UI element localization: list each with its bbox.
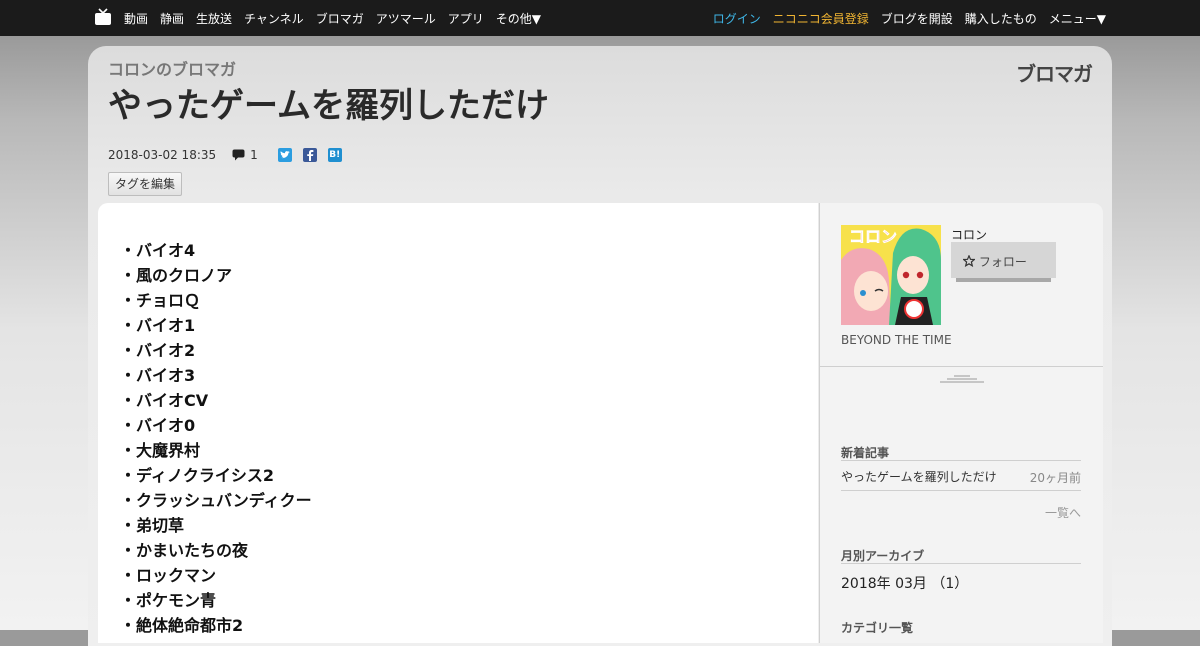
- archive-item-2018-03[interactable]: 2018年 03月 （1）: [841, 573, 968, 593]
- nav-right-links: ログイン ニコニコ会員登録 ブログを開設 購入したもの メニュー▼: [713, 0, 1106, 36]
- list-item: ・クラッシュバンディクー: [120, 491, 312, 510]
- facebook-share-button[interactable]: [302, 148, 317, 162]
- list-item: ・バイオ3: [120, 366, 196, 385]
- open-blog-link[interactable]: ブログを開設: [881, 10, 953, 27]
- top-nav-bar: 動画 静画 生放送 チャンネル ブロマガ アツマール アプリ その他▼ ログイン…: [0, 0, 1200, 36]
- nav-apps[interactable]: アプリ: [448, 10, 484, 27]
- comment-count-link[interactable]: 1: [232, 148, 258, 162]
- nav-others[interactable]: その他▼: [496, 10, 541, 27]
- twitter-icon: [279, 151, 290, 159]
- edit-tags-button[interactable]: タグを編集: [108, 172, 183, 196]
- list-item: ・絶体絶命都市2: [120, 616, 244, 635]
- article-title: やったゲームを羅列しただけ: [108, 86, 549, 126]
- blog-description: BEYOND THE TIME: [841, 333, 952, 347]
- recent-posts-rule: [841, 460, 1081, 461]
- list-item: ・ロックマン: [120, 566, 217, 585]
- niconico-tv-icon[interactable]: [94, 8, 112, 26]
- comment-bubble-icon: [232, 149, 245, 161]
- star-icon: [962, 254, 976, 268]
- category-list-heading: カテゴリ一覧: [841, 621, 914, 635]
- follow-label: フォロー: [978, 255, 1027, 269]
- comment-count: 1: [250, 148, 258, 162]
- recent-posts-heading: 新着記事: [841, 446, 890, 460]
- list-item: ・ディノクライシス2: [120, 466, 275, 485]
- list-item: ・かまいたちの夜: [120, 541, 249, 560]
- game-list: ・バイオ4 ・風のクロノア ・チョロＱ ・バイオ1 ・バイオ2 ・バイオ3 ・バ…: [98, 203, 818, 641]
- user-name[interactable]: コロン: [951, 226, 987, 243]
- resize-grip-icon[interactable]: [940, 375, 984, 383]
- recent-post-time: 20ヶ月前: [1029, 471, 1081, 485]
- list-item: ・バイオ2: [120, 341, 196, 360]
- register-link[interactable]: ニコニコ会員登録: [773, 10, 869, 27]
- recent-post-link[interactable]: やったゲームを羅列しただけ: [841, 468, 997, 485]
- recent-posts-bottom-rule: [841, 490, 1081, 491]
- follow-button[interactable]: フォロー: [951, 242, 1056, 278]
- list-item: ・大魔界村: [120, 441, 201, 460]
- list-item: ・バイオ0: [120, 416, 196, 435]
- blomaga-logo[interactable]: ブロマガ: [1016, 58, 1093, 87]
- blog-name-link[interactable]: コロンのブロマガ: [108, 56, 236, 80]
- nav-channel[interactable]: チャンネル: [244, 10, 304, 27]
- list-item: ・ポケモン青: [120, 591, 217, 610]
- see-all-posts-link[interactable]: 一覧へ: [1045, 504, 1081, 521]
- menu-dropdown[interactable]: メニュー▼: [1049, 10, 1106, 27]
- list-item: ・バイオ1: [120, 316, 196, 335]
- login-link[interactable]: ログイン: [713, 10, 761, 27]
- archive-rule: [841, 563, 1081, 564]
- nav-seiga[interactable]: 静画: [160, 10, 184, 27]
- nav-atsumaru[interactable]: アツマール: [376, 10, 436, 27]
- list-item: ・風のクロノア: [120, 266, 233, 285]
- article-meta: 2018-03-02 18:35 1 B!: [108, 148, 342, 162]
- profile-divider: [820, 366, 1103, 367]
- post-datetime: 2018-03-02 18:35: [108, 148, 217, 162]
- follow-button-shadow: [956, 278, 1051, 282]
- facebook-icon: [306, 149, 314, 161]
- nav-blomaga[interactable]: ブロマガ: [316, 10, 364, 27]
- avatar-illustration: コロン: [841, 225, 941, 325]
- list-item: ・バイオ4: [120, 241, 196, 260]
- sidebar: コロン コロン フォロー BEYOND THE TIME 新着記事 やったゲーム…: [819, 203, 1103, 643]
- twitter-share-button[interactable]: [277, 148, 292, 162]
- list-item: ・バイオCV: [120, 391, 209, 410]
- list-item: ・弟切草: [120, 516, 185, 535]
- share-buttons: B!: [277, 148, 342, 162]
- hatena-bookmark-button[interactable]: B!: [327, 148, 342, 162]
- article-body: ・バイオ4 ・風のクロノア ・チョロＱ ・バイオ1 ・バイオ2 ・バイオ3 ・バ…: [98, 203, 818, 643]
- avatar-text: コロン: [849, 227, 897, 246]
- monthly-archive-heading: 月別アーカイブ: [841, 549, 925, 563]
- nav-left-links: 動画 静画 生放送 チャンネル ブロマガ アツマール アプリ その他▼: [124, 0, 541, 36]
- purchased-link[interactable]: 購入したもの: [965, 10, 1037, 27]
- avatar[interactable]: コロン: [841, 225, 941, 325]
- nav-live[interactable]: 生放送: [196, 10, 232, 27]
- list-item: ・チョロＱ: [120, 291, 201, 310]
- nav-video[interactable]: 動画: [124, 10, 148, 27]
